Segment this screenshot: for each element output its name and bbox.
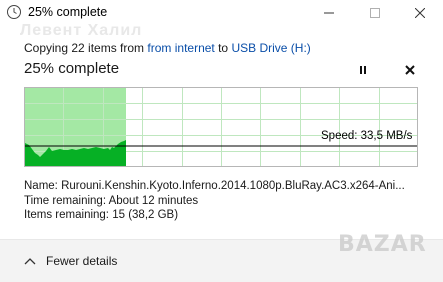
cancel-operation-button[interactable] [400,60,420,80]
name-label: Name: [24,180,58,192]
speed-label: Speed: 33,5 MB/s [321,130,413,142]
minimize-button[interactable] [306,0,352,26]
close-icon [415,8,425,18]
speed-graph [24,87,418,167]
items-remaining-label: Items remaining: [24,209,110,221]
chevron-up-icon [24,254,46,268]
name-value: Rurouni.Kenshin.Kyoto.Inferno.2014.1080p… [61,180,405,192]
minimize-icon [324,8,334,18]
watermark-logo: BAZAR [338,232,427,257]
maximize-button[interactable] [352,0,398,26]
fewer-details-label: Fewer details [46,254,118,268]
time-remaining-row: Time remaining: About 12 minutes [24,194,405,209]
window-title: 25% complete [28,5,108,19]
fewer-details-button[interactable]: Fewer details [24,254,117,268]
copy-summary: Copying 22 items from from internet to U… [24,41,311,55]
watermark-text-top: Левент Халил [20,22,143,39]
time-remaining-value: About 12 minutes [108,194,199,207]
maximize-icon [370,8,380,18]
close-icon [400,65,420,84]
name-row: Name: Rurouni.Kenshin.Kyoto.Inferno.2014… [24,179,405,194]
pause-button[interactable] [353,60,373,80]
copy-middle: to [214,41,232,55]
pause-icon [353,66,373,84]
items-remaining-row: Items remaining: 15 (38,2 GB) [24,208,405,223]
window-close-button[interactable] [397,0,443,26]
copy-prefix: Copying 22 items from [24,41,148,55]
clock-icon [6,4,22,20]
source-link[interactable]: from internet [147,41,214,55]
speed-graph-svg [24,87,418,167]
items-remaining-value: 15 (38,2 GB) [112,209,179,221]
transfer-details: Name: Rurouni.Kenshin.Kyoto.Inferno.2014… [24,179,405,223]
destination-link[interactable]: USB Drive (H:) [231,41,310,55]
time-remaining-label: Time remaining: [24,194,107,207]
progress-heading: 25% complete [24,60,120,77]
